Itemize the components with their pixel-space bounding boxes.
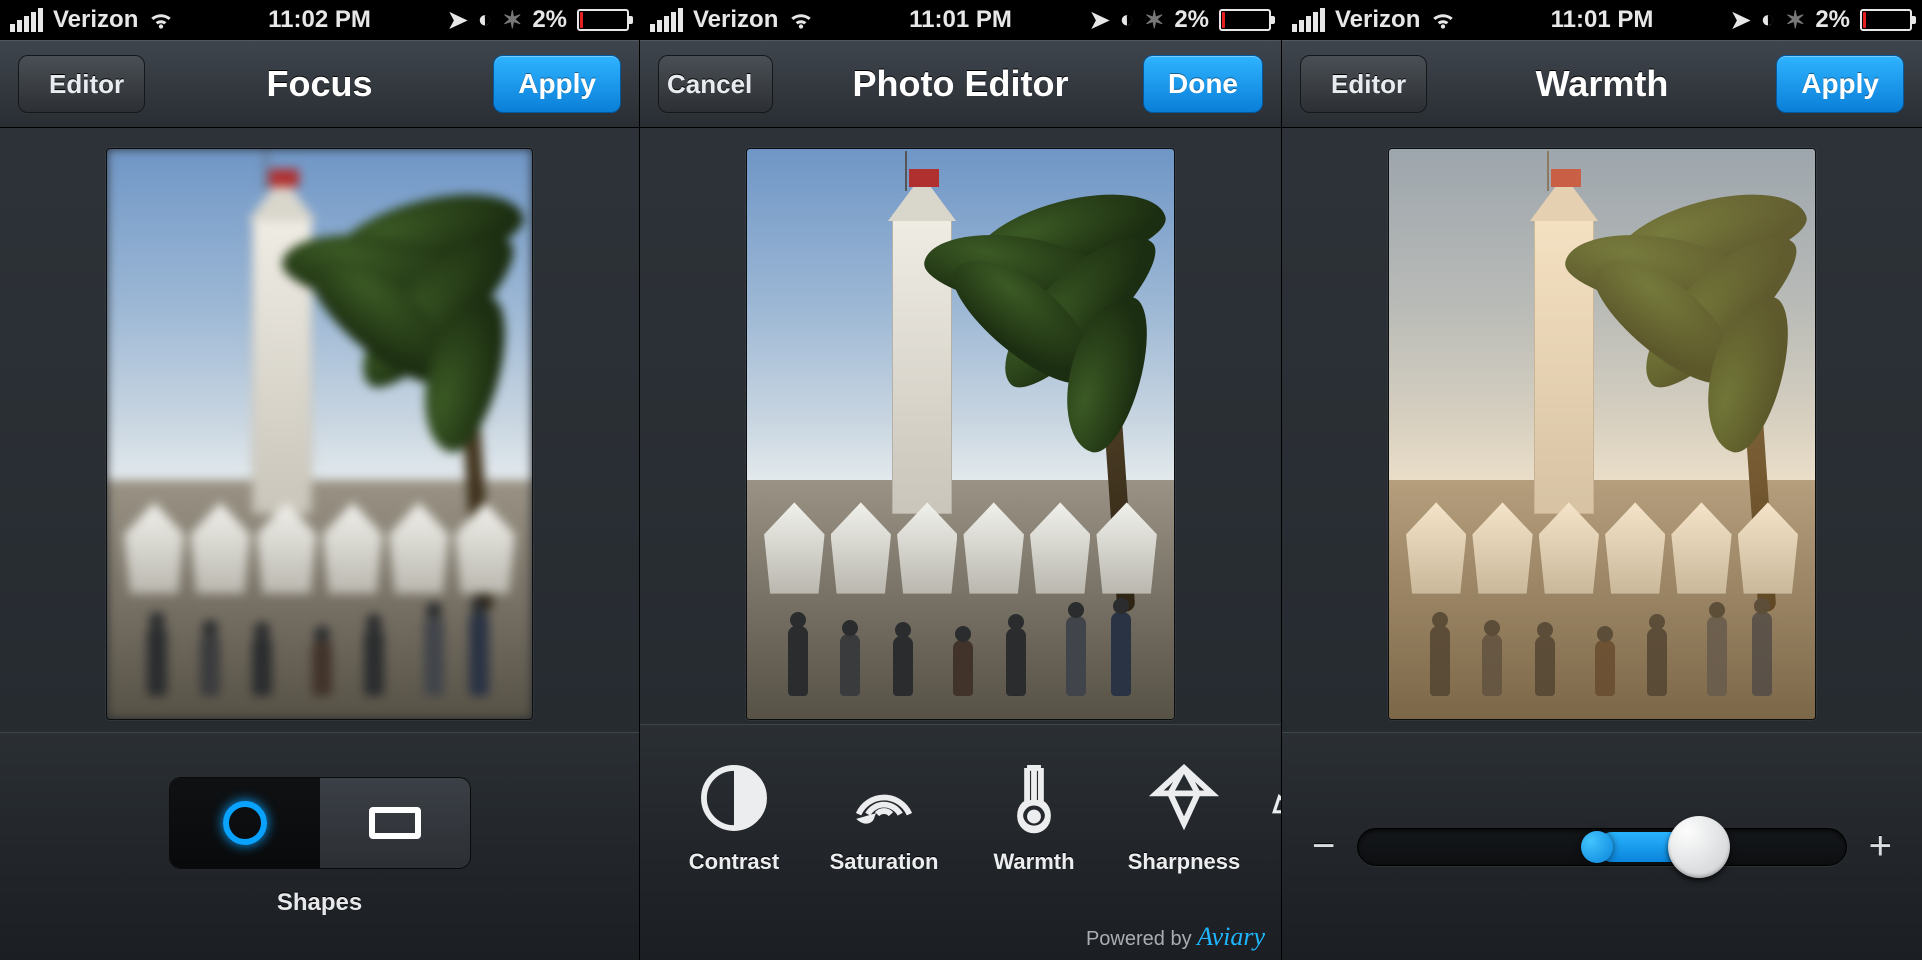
tool-label: Contrast (689, 849, 779, 875)
tool-row[interactable]: Contrast Saturation Warmth Sharpness D (640, 725, 1281, 887)
bluetooth-icon: ✶ (502, 6, 522, 35)
photo-preview[interactable] (746, 148, 1175, 720)
cancel-button-label: Cancel (667, 69, 752, 100)
battery-icon (1219, 9, 1271, 31)
tool-contrast[interactable]: Contrast (668, 761, 800, 875)
slider-knob[interactable] (1668, 816, 1730, 878)
screen-focus: Verizon 11:02 PM ➤ ◐ ✶ 2% Editor Focus A… (0, 0, 640, 960)
clock-label: 11:01 PM (909, 6, 1012, 34)
battery-pct-label: 2% (1174, 6, 1209, 34)
slider-origin-dot (1581, 831, 1613, 863)
done-button[interactable]: Done (1143, 55, 1263, 113)
warmth-icon (997, 761, 1071, 835)
apply-button-label: Apply (518, 68, 596, 99)
page-title: Warmth (1536, 63, 1669, 105)
cancel-button[interactable]: Cancel (658, 55, 773, 113)
signal-icon (1292, 8, 1325, 32)
wifi-icon (148, 9, 174, 31)
slider-minus-button[interactable]: − (1312, 824, 1335, 869)
shapes-toolbar: Shapes (0, 732, 639, 960)
battery-icon (577, 9, 629, 31)
back-button[interactable]: Editor (18, 55, 145, 113)
shapes-label: Shapes (277, 889, 362, 917)
photo-preview[interactable] (106, 148, 533, 720)
circle-icon (223, 801, 267, 845)
alarm-icon: ◐ (478, 6, 493, 34)
tool-label: D (1280, 849, 1281, 875)
saturation-icon (847, 761, 921, 835)
page-title: Focus (266, 63, 372, 105)
carrier-label: Verizon (693, 6, 778, 34)
signal-icon (10, 8, 43, 32)
battery-pct-label: 2% (532, 6, 567, 34)
nav-bar: Editor Focus Apply (0, 40, 639, 128)
carrier-label: Verizon (1335, 6, 1420, 34)
signal-icon (650, 8, 683, 32)
contrast-icon (697, 761, 771, 835)
status-bar: Verizon 11:02 PM ➤ ◐ ✶ 2% (0, 0, 639, 40)
battery-icon (1860, 9, 1912, 31)
shape-circle-button[interactable] (170, 778, 320, 868)
carrier-label: Verizon (53, 6, 138, 34)
photo-preview[interactable] (1388, 148, 1816, 720)
clock-label: 11:02 PM (268, 6, 371, 34)
done-button-label: Done (1168, 68, 1238, 99)
alarm-icon: ◐ (1761, 6, 1776, 34)
tool-saturation[interactable]: Saturation (818, 761, 950, 875)
bluetooth-icon: ✶ (1785, 6, 1805, 35)
tool-label: Sharpness (1128, 849, 1241, 875)
apply-button-label: Apply (1801, 68, 1879, 99)
wifi-icon (1430, 9, 1456, 31)
nav-bar: Editor Warmth Apply (1282, 40, 1922, 128)
tool-label: Warmth (993, 849, 1074, 875)
draw-icon (1268, 761, 1281, 835)
location-icon: ➤ (1090, 6, 1110, 35)
apply-button[interactable]: Apply (493, 55, 621, 113)
tool-warmth[interactable]: Warmth (968, 761, 1100, 875)
location-icon: ➤ (448, 6, 468, 35)
slider-plus-button[interactable]: + (1869, 824, 1892, 869)
location-icon: ➤ (1731, 6, 1751, 35)
powered-by-label: Powered by Aviary (1086, 922, 1265, 952)
slider-toolbar: − + (1282, 732, 1922, 960)
wifi-icon (788, 9, 814, 31)
rectangle-icon (369, 807, 421, 839)
screen-warmth: Verizon 11:01 PM ➤ ◐ ✶ 2% Editor Warmth … (1282, 0, 1922, 960)
apply-button[interactable]: Apply (1776, 55, 1904, 113)
status-bar: Verizon 11:01 PM ➤ ◐ ✶ 2% (640, 0, 1281, 40)
nav-bar: Cancel Photo Editor Done (640, 40, 1281, 128)
tool-sharpness[interactable]: Sharpness (1118, 761, 1250, 875)
back-button-label: Editor (49, 69, 124, 100)
screen-editor: Verizon 11:01 PM ➤ ◐ ✶ 2% Cancel Photo E… (640, 0, 1282, 960)
status-bar: Verizon 11:01 PM ➤ ◐ ✶ 2% (1282, 0, 1922, 40)
warmth-slider[interactable] (1357, 828, 1846, 866)
sharpness-icon (1147, 761, 1221, 835)
back-button-label: Editor (1331, 69, 1406, 100)
tools-toolbar: Contrast Saturation Warmth Sharpness D (640, 724, 1281, 960)
clock-label: 11:01 PM (1551, 6, 1654, 34)
battery-pct-label: 2% (1815, 6, 1850, 34)
page-title: Photo Editor (853, 63, 1069, 105)
tool-label: Saturation (830, 849, 939, 875)
alarm-icon: ◐ (1120, 6, 1135, 34)
tool-draw[interactable]: D (1268, 761, 1281, 875)
back-button[interactable]: Editor (1300, 55, 1427, 113)
bluetooth-icon: ✶ (1144, 6, 1164, 35)
shape-rectangle-button[interactable] (320, 778, 470, 868)
shape-segmented-control (169, 777, 471, 869)
